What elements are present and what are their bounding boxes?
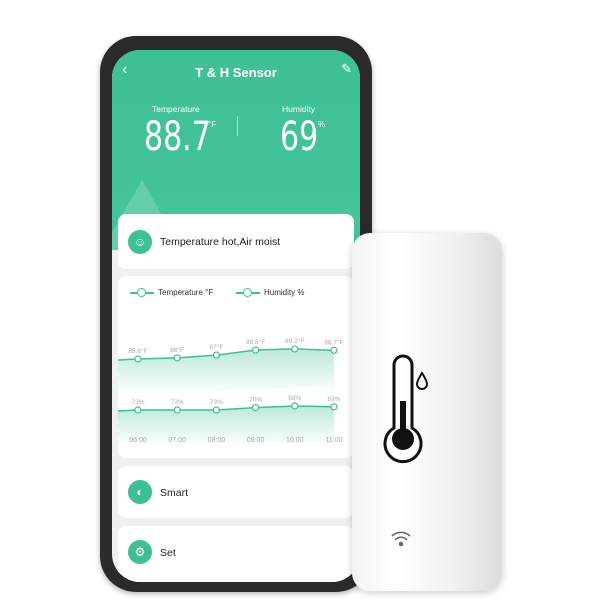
data-point xyxy=(330,346,338,354)
data-label: 73% xyxy=(210,399,223,406)
page-title: T & H Sensor xyxy=(195,65,277,80)
menu-item-smart[interactable]: ◐ Smart xyxy=(118,466,354,518)
x-tick-label: 10:00 xyxy=(286,437,304,444)
status-card: ☺ Temperature hot,Air moist xyxy=(118,214,354,269)
data-point xyxy=(330,403,338,411)
gear-icon: ⚙ xyxy=(128,540,152,564)
temperature-label: Temperature xyxy=(152,104,200,114)
data-label: 73% xyxy=(171,399,184,406)
data-point xyxy=(252,404,260,412)
menu-item-set[interactable]: ⚙ Set xyxy=(118,526,354,582)
pencil-icon[interactable]: ✎ xyxy=(341,61,352,77)
series-area xyxy=(118,348,334,395)
data-label: 70% xyxy=(249,397,262,404)
menu-label: Set xyxy=(160,547,176,559)
data-label: 73% xyxy=(131,399,144,406)
data-label: 68% xyxy=(288,395,301,402)
data-point xyxy=(173,354,181,362)
divider xyxy=(237,116,238,136)
app-screen: ‹ T & H Sensor ✎ Temperature 88.7 °F Hum… xyxy=(112,50,360,582)
data-point xyxy=(212,406,221,414)
line-chart: 85.6°F 86°F 87°F 88.8°F 89.2°F 88.7°F 73% 73% 73… xyxy=(118,337,344,446)
data-label: 88.8°F xyxy=(246,338,265,346)
chart-card: Temperature °F Humidity % 85.6°F 86°F 87°F… xyxy=(118,276,354,458)
humidity-unit: % xyxy=(318,120,326,129)
data-label: 88.7°F xyxy=(324,338,343,346)
thermometer-icon xyxy=(383,354,429,464)
data-label: 85.6°F xyxy=(128,347,147,355)
data-point xyxy=(134,355,142,363)
x-tick-label: 11:00 xyxy=(326,437,343,444)
humidity-label: Humidity xyxy=(282,104,316,114)
status-text: Temperature hot,Air moist xyxy=(160,236,281,248)
humidity-value: 69 xyxy=(280,114,319,160)
data-point xyxy=(291,345,299,353)
temperature-value: 88.7 xyxy=(144,114,211,160)
data-point xyxy=(212,351,221,359)
wifi-icon xyxy=(391,531,411,547)
x-tick-label: 08:00 xyxy=(208,437,226,444)
sensor-device xyxy=(352,233,502,591)
data-point xyxy=(173,406,181,414)
x-tick-label: 07:00 xyxy=(168,437,186,444)
temperature-unit: °F xyxy=(208,120,217,129)
data-label: 69% xyxy=(327,396,340,403)
x-tick-label: 09:00 xyxy=(247,437,265,444)
data-point xyxy=(252,346,260,354)
toggle-icon: ◐ xyxy=(128,480,152,504)
x-tick-label: 06:00 xyxy=(129,437,147,444)
data-point xyxy=(134,406,142,414)
face-icon: ☺ xyxy=(128,230,152,254)
data-point xyxy=(291,402,299,410)
data-label: 86°F xyxy=(170,346,184,354)
menu-label: Smart xyxy=(160,487,189,499)
data-label: 87°F xyxy=(209,343,223,351)
data-label: 89.2°F xyxy=(285,337,304,345)
